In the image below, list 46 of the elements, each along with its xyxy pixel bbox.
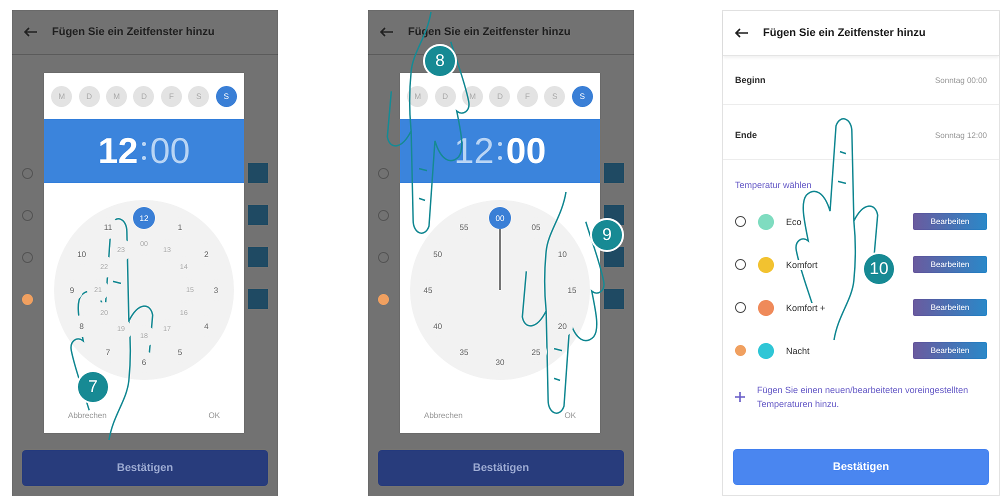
screen-title: Fügen Sie ein Zeitfenster hinzu (52, 26, 215, 38)
radio-button[interactable] (22, 168, 33, 178)
hours-value[interactable]: 12 (98, 130, 138, 172)
dialog-button[interactable]: Abbrechen (68, 410, 107, 420)
temperature-name: Komfort + (786, 302, 826, 312)
back-arrow-icon[interactable] (735, 28, 749, 38)
time-separator-icon (498, 142, 502, 160)
dial-number[interactable]: 00 (489, 207, 511, 229)
step-number-badge: 10 (862, 252, 896, 286)
edit-button[interactable]: Bearbeiten (913, 256, 987, 273)
time-separator-icon (142, 142, 146, 160)
temperature-name: Komfort (786, 260, 818, 270)
radio-button[interactable] (378, 168, 389, 178)
radio-button[interactable] (22, 294, 33, 304)
weekday-toggle[interactable]: S (572, 86, 593, 106)
dialog-button[interactable]: OK (564, 410, 576, 420)
section-label: Temperatur wählen (734, 179, 813, 192)
confirm-button[interactable]: Bestätigen (733, 449, 989, 485)
dialog-button[interactable]: Abbrechen (424, 410, 463, 420)
radio-button[interactable] (378, 210, 389, 220)
confirm-button[interactable]: Bestätigen (378, 450, 624, 486)
radio-button[interactable] (378, 252, 389, 262)
screen-title: Fügen Sie ein Zeitfenster hinzu (763, 27, 926, 39)
edit-button[interactable]: Bearbeiten (913, 299, 987, 316)
radio-button[interactable] (735, 345, 746, 356)
dialog-button[interactable]: OK (208, 410, 220, 420)
radio-button[interactable] (378, 294, 389, 304)
time-field[interactable]: Ende Sonntag 12:00 (723, 111, 999, 160)
clock-hand (499, 229, 501, 290)
add-temperature-link[interactable]: Fügen Sie einen neuen/bearbeiteten voreingestellten Temperaturen hinzu. (757, 384, 987, 411)
confirm-button[interactable]: Bestätigen (22, 450, 268, 486)
radio-button[interactable] (22, 252, 33, 262)
time-field[interactable]: Beginn Sonntag 00:00 (723, 56, 999, 105)
radio-button[interactable] (735, 302, 746, 313)
minutes-value[interactable]: 00 (506, 130, 546, 172)
clock-dial[interactable]: 00 05 10 15 20 25 30 35 40 45 50 55 (410, 200, 590, 380)
temperature-name: Nacht (786, 346, 810, 356)
radio-button[interactable] (735, 216, 746, 227)
weekday-toggle[interactable]: S (216, 86, 237, 106)
radio-button[interactable] (735, 259, 746, 270)
edit-button[interactable]: Bearbeiten (913, 213, 987, 230)
minutes-value[interactable]: 00 (150, 130, 190, 172)
dial-number[interactable]: 12 (133, 207, 155, 229)
radio-button[interactable] (22, 210, 33, 220)
temperature-name: Eco (786, 216, 802, 226)
edit-button[interactable]: Bearbeiten (913, 342, 987, 359)
